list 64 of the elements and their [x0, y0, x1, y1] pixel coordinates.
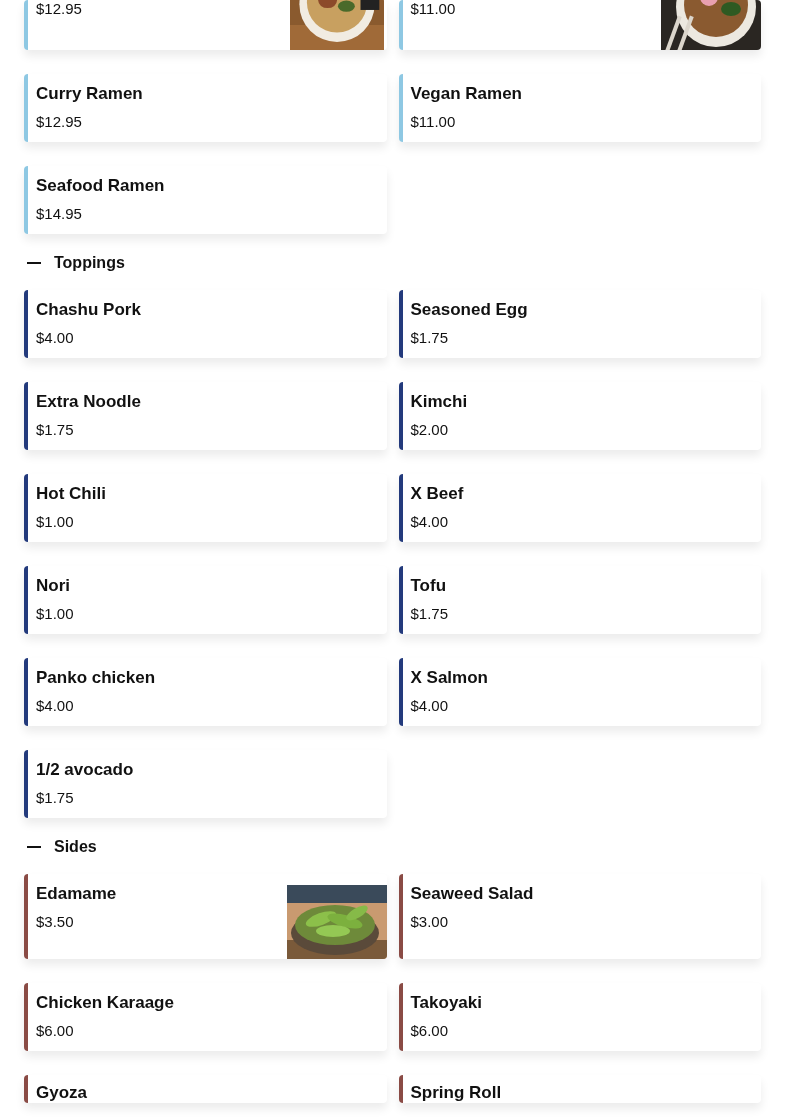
menu-item-card[interactable]: X Salmon $4.00	[398, 658, 761, 726]
item-name: Chicken Karaage	[36, 993, 174, 1013]
menu-item-card[interactable]: Seaweed Salad $3.00	[398, 874, 761, 959]
menu-item-card[interactable]: 1/2 avocado $1.75	[24, 750, 387, 818]
item-name: Nori	[36, 576, 71, 596]
item-name: 1/2 avocado	[36, 760, 134, 780]
menu-item-card[interactable]: Panko chicken $4.00	[24, 658, 387, 726]
menu-item-card[interactable]: Chicken Karaage $6.00	[24, 983, 387, 1051]
item-name: Vegan Ramen	[410, 84, 522, 104]
item-price: $1.75	[36, 789, 75, 807]
item-price: $4.00	[36, 697, 75, 715]
item-price: $1.00	[36, 605, 74, 623]
menu-item-card[interactable]: Hot Chili $1.00	[24, 474, 387, 542]
menu-item-card[interactable]: $12.95	[24, 0, 387, 50]
item-price: $4.00	[410, 697, 450, 715]
menu-item-card[interactable]: Takoyaki $6.00	[398, 983, 761, 1051]
item-name: Chashu Pork	[36, 300, 141, 320]
item-name: Seasoned Egg	[410, 300, 528, 320]
item-price: $6.00	[410, 1022, 450, 1040]
item-price: $3.00	[410, 913, 450, 931]
item-price: $14.95	[36, 205, 83, 223]
menu-item-card[interactable]: Tofu $1.75	[398, 566, 761, 634]
item-price: $3.50	[36, 913, 75, 931]
menu-item-card[interactable]: Extra Noodle $1.75	[24, 382, 387, 450]
menu-item-card[interactable]: Gyoza	[24, 1075, 387, 1103]
menu-item-card[interactable]: Chashu Pork $4.00	[24, 290, 387, 358]
item-price: $11.00	[410, 113, 457, 131]
item-price: $12.95	[36, 113, 83, 131]
menu-item-card[interactable]: Nori $1.00	[24, 566, 387, 634]
menu-item-card[interactable]: X Beef $4.00	[398, 474, 761, 542]
menu-item-card[interactable]: Kimchi $2.00	[398, 382, 761, 450]
item-price: $1.75	[410, 329, 450, 347]
item-name: X Beef	[410, 484, 464, 504]
item-price: $4.00	[410, 513, 450, 531]
section-toggle[interactable]: Sides	[24, 836, 99, 858]
item-price: $12.95	[36, 0, 82, 18]
item-price: $1.00	[36, 513, 75, 531]
item-price: $6.00	[36, 1022, 75, 1040]
item-name: Seaweed Salad	[410, 884, 534, 904]
item-name: Extra Noodle	[36, 392, 141, 412]
item-name: Gyoza	[36, 1083, 88, 1103]
item-name: Edamame	[36, 884, 117, 904]
menu-item-card[interactable]: Spring Roll	[398, 1075, 761, 1103]
item-price: $2.00	[410, 421, 450, 439]
item-price: $1.75	[36, 421, 75, 439]
menu-item-card[interactable]: Seafood Ramen $14.95	[24, 166, 387, 234]
menu-item-card[interactable]: Curry Ramen $12.95	[24, 74, 387, 142]
item-name: Takoyaki	[410, 993, 482, 1013]
menu-item-card[interactable]: $11.00	[398, 0, 761, 50]
item-name: Panko chicken	[36, 668, 156, 688]
menu-item-card[interactable]: Seasoned Egg $1.75	[398, 290, 761, 358]
item-name: Hot Chili	[36, 484, 106, 504]
item-name: Spring Roll	[410, 1083, 502, 1103]
menu-item-card[interactable]: Edamame $3.50	[24, 874, 387, 959]
section-toggle[interactable]: Toppings	[24, 252, 127, 274]
item-name: X Salmon	[410, 668, 488, 688]
item-price: $4.00	[36, 329, 75, 347]
item-name: Curry Ramen	[36, 84, 143, 104]
item-name: Kimchi	[410, 392, 468, 412]
menu-item-card[interactable]: Vegan Ramen $11.00	[398, 74, 761, 142]
item-name: Seafood Ramen	[36, 176, 165, 196]
item-name: Tofu	[410, 576, 448, 596]
item-price: $11.00	[410, 0, 456, 18]
item-price: $1.75	[410, 605, 449, 623]
